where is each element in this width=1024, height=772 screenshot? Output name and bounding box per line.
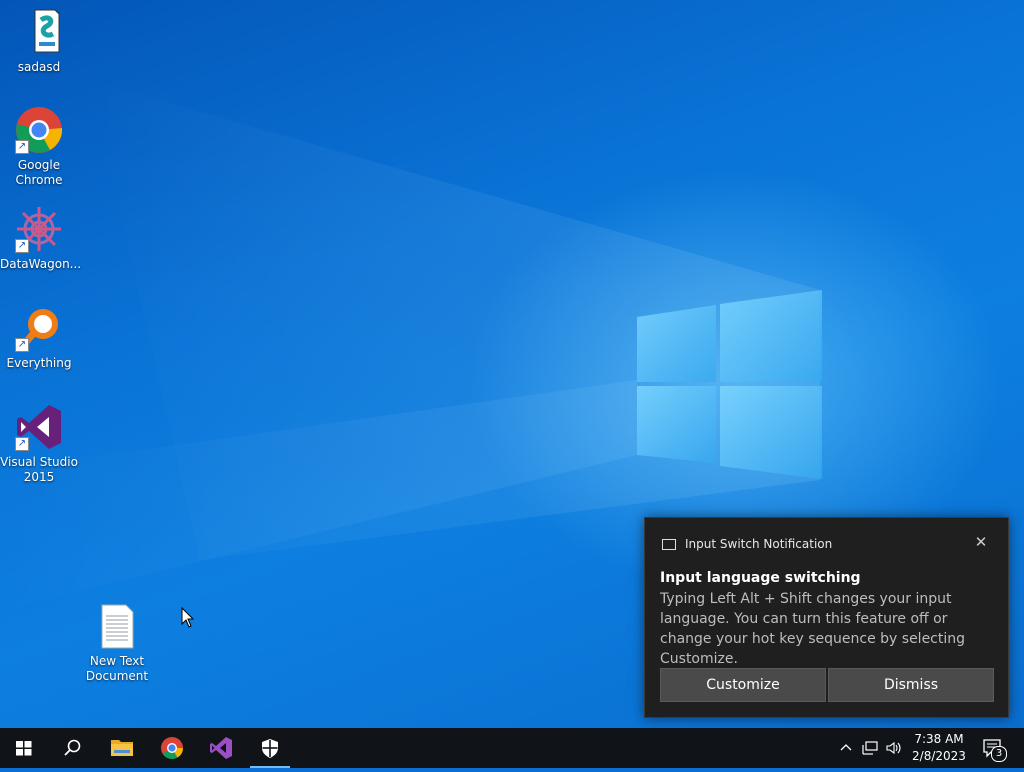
- volume-icon[interactable]: [885, 740, 903, 756]
- show-hidden-icons-chevron-icon[interactable]: [838, 740, 854, 756]
- desktop-icon-label: sadasd: [17, 60, 61, 74]
- search-icon: [64, 739, 81, 756]
- shortcut-arrow-icon: ↗: [15, 437, 29, 451]
- desktop-icon-google-chrome[interactable]: ↗ Google Chrome: [0, 106, 78, 188]
- visual-studio-taskbar-button[interactable]: [197, 728, 245, 768]
- notification-body: Typing Left Alt + Shift changes your inp…: [660, 591, 966, 667]
- desktop-icon-label: DataWagon...: [0, 257, 82, 271]
- shortcut-arrow-icon: ↗: [15, 239, 29, 253]
- input-switch-notification[interactable]: Input Switch Notification ✕ Input langua…: [644, 517, 1009, 718]
- search-button[interactable]: [48, 728, 96, 768]
- shortcut-arrow-icon: ↗: [15, 140, 29, 154]
- desktop-icon-new-text-document[interactable]: New Text Document: [78, 602, 156, 684]
- chrome-icon: [161, 737, 183, 759]
- notification-app-name: Input Switch Notification: [685, 537, 833, 551]
- setup-file-icon: [15, 8, 63, 56]
- clock-time: 7:38 AM: [914, 732, 964, 746]
- datawagon-icon: ↗: [15, 205, 63, 253]
- notification-title: Input language switching: [660, 570, 861, 586]
- visual-studio-icon: [210, 737, 232, 759]
- taskbar: 7:38 AM 2/8/2023 3: [0, 728, 1024, 768]
- windows-logo-icon: [16, 741, 32, 756]
- notification-count-badge: 3: [991, 746, 1007, 762]
- start-button[interactable]: [0, 728, 48, 768]
- network-icon[interactable]: [861, 740, 879, 756]
- desktop-icon-everything[interactable]: ↗ Everything: [0, 304, 78, 371]
- customize-button[interactable]: Customize: [660, 668, 826, 702]
- chrome-icon: ↗: [15, 106, 63, 154]
- desktop-icon-label: Visual Studio 2015: [0, 455, 78, 484]
- dismiss-button[interactable]: Dismiss: [828, 668, 994, 702]
- chrome-taskbar-button[interactable]: [148, 728, 196, 768]
- desktop-icon-visual-studio[interactable]: ↗ Visual Studio 2015: [0, 403, 78, 485]
- taskbar-clock[interactable]: 7:38 AM 2/8/2023: [904, 731, 974, 765]
- everything-search-icon: ↗: [15, 304, 63, 352]
- visual-studio-icon: ↗: [15, 403, 63, 451]
- action-center-button[interactable]: 3: [981, 738, 1007, 762]
- windows-security-taskbar-button[interactable]: [246, 728, 294, 768]
- clock-date: 2/8/2023: [912, 749, 966, 763]
- text-file-icon: [93, 602, 141, 650]
- close-icon[interactable]: ✕: [973, 534, 989, 550]
- desktop-icon-label: New Text Document: [85, 654, 149, 683]
- desktop-icon-label: Google Chrome: [15, 158, 63, 187]
- shield-icon: [262, 739, 278, 758]
- mouse-cursor-icon: [181, 607, 195, 628]
- desktop-icon-datawagon[interactable]: ↗ DataWagon...: [0, 205, 82, 272]
- shortcut-arrow-icon: ↗: [15, 338, 29, 352]
- folder-icon: [111, 740, 133, 756]
- keyboard-icon: [662, 539, 676, 550]
- desktop-icon-label: Everything: [6, 356, 72, 370]
- desktop-icon-sadasd[interactable]: sadasd: [0, 8, 78, 75]
- file-explorer-button[interactable]: [98, 728, 146, 768]
